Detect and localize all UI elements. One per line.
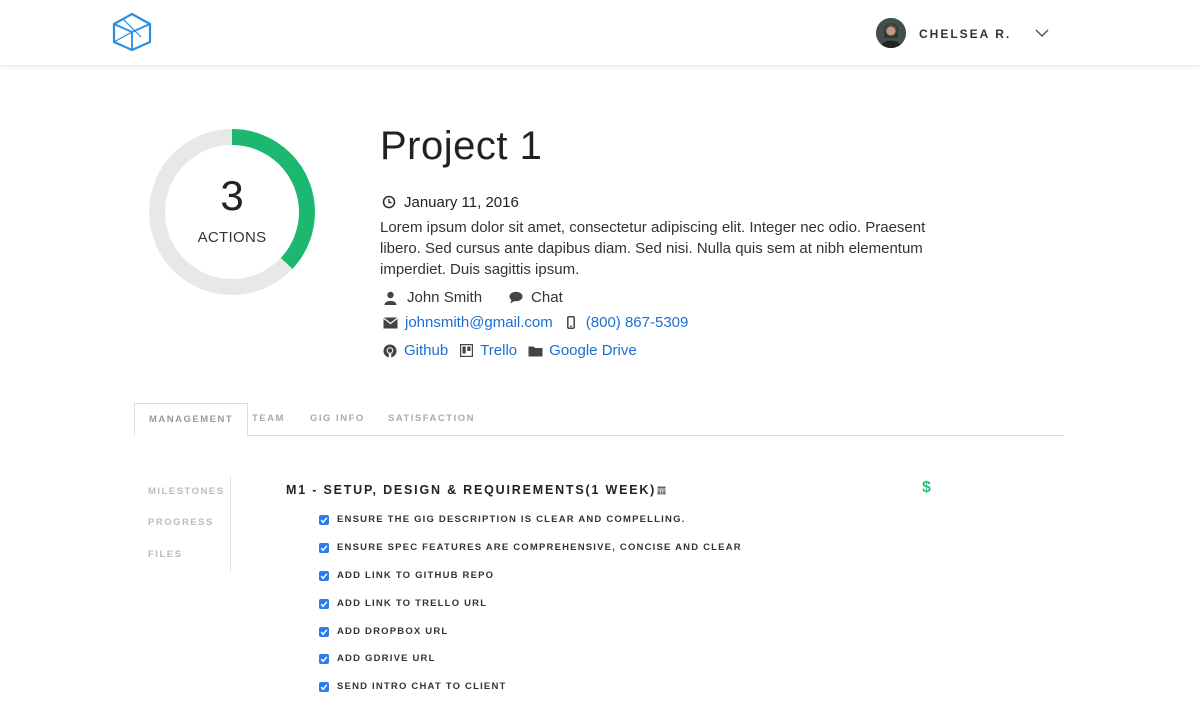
task-item[interactable]: SEND INTRO CHAT TO CLIENT bbox=[319, 681, 507, 692]
user-name[interactable]: CHELSEA R. bbox=[919, 27, 1011, 41]
github-link[interactable]: Github bbox=[382, 342, 448, 359]
checkbox-checked[interactable] bbox=[319, 653, 329, 664]
trello-icon bbox=[458, 343, 474, 359]
contact-name: John Smith bbox=[407, 289, 483, 306]
task-label: ADD DROPBOX URL bbox=[337, 626, 449, 637]
checkbox-checked[interactable] bbox=[319, 570, 329, 581]
date-text: January 11, 2016 bbox=[404, 193, 519, 211]
task-label: ENSURE THE GIG DESCRIPTION IS CLEAR AND … bbox=[337, 514, 686, 525]
section-tabs: MANAGEMENT TEAM GIG INFO SATISFACTION bbox=[134, 403, 1064, 436]
github-icon bbox=[382, 343, 398, 359]
tab-gig-info[interactable]: GIG INFO bbox=[296, 403, 379, 434]
task-label: SEND INTRO CHAT TO CLIENT bbox=[337, 681, 507, 692]
calendar-icon[interactable] bbox=[657, 485, 666, 495]
google-drive-link[interactable]: Google Drive bbox=[527, 342, 637, 359]
task-item[interactable]: ENSURE THE GIG DESCRIPTION IS CLEAR AND … bbox=[319, 514, 686, 525]
task-label: ADD LINK TO TRELLO URL bbox=[337, 598, 488, 609]
project-title: Project 1 bbox=[380, 124, 543, 168]
task-item[interactable]: ADD DROPBOX URL bbox=[319, 626, 448, 637]
task-item[interactable]: ENSURE SPEC FEATURES ARE COMPREHENSIVE, … bbox=[319, 542, 742, 553]
task-item[interactable]: ADD LINK TO TRELLO URL bbox=[319, 598, 487, 609]
chevron-down-icon[interactable] bbox=[1034, 26, 1050, 40]
mobile-phone-icon bbox=[563, 315, 579, 331]
user-icon bbox=[382, 290, 398, 306]
tab-team[interactable]: TEAM bbox=[238, 403, 299, 434]
chat-bubble-icon bbox=[508, 290, 524, 306]
chat-label: Chat bbox=[531, 289, 563, 306]
sidenav-item-progress[interactable]: PROGRESS bbox=[148, 517, 214, 528]
tab-management[interactable]: MANAGEMENT bbox=[134, 403, 249, 436]
checkbox-checked[interactable] bbox=[319, 598, 329, 609]
dollar-icon[interactable]: $ bbox=[922, 479, 931, 497]
sidenav-item-milestones[interactable]: MILESTONES bbox=[148, 486, 225, 497]
checkbox-checked[interactable] bbox=[319, 626, 329, 637]
management-sidenav: MILESTONES PROGRESS FILES bbox=[148, 476, 231, 572]
checkbox-checked[interactable] bbox=[319, 542, 329, 553]
github-label: Github bbox=[404, 342, 449, 359]
cube-logo-icon[interactable] bbox=[110, 12, 154, 52]
phone-link[interactable]: (800) 867-5309 bbox=[586, 314, 689, 331]
task-label: ADD GDRIVE URL bbox=[337, 653, 436, 664]
sidenav-item-files[interactable]: FILES bbox=[148, 549, 182, 560]
actions-count: 3 bbox=[220, 172, 244, 219]
tab-satisfaction[interactable]: SATISFACTION bbox=[374, 403, 489, 434]
project-description: Lorem ipsum dolor sit amet, consectetur … bbox=[380, 219, 926, 278]
envelope-icon bbox=[382, 315, 398, 331]
task-label: ENSURE SPEC FEATURES ARE COMPREHENSIVE, … bbox=[337, 542, 742, 553]
trello-label: Trello bbox=[480, 342, 518, 359]
checkbox-checked[interactable] bbox=[319, 681, 329, 692]
clock-icon bbox=[382, 195, 396, 209]
milestone-title: M1 - SETUP, DESIGN & REQUIREMENTS(1 WEEK… bbox=[286, 483, 666, 497]
task-label: ADD LINK TO GITHUB REPO bbox=[337, 570, 495, 581]
task-item[interactable]: ADD GDRIVE URL bbox=[319, 653, 436, 664]
avatar[interactable] bbox=[876, 18, 906, 48]
checkbox-checked[interactable] bbox=[319, 514, 329, 525]
chat-link[interactable]: Chat bbox=[508, 289, 563, 306]
task-item[interactable]: ADD LINK TO GITHUB REPO bbox=[319, 570, 494, 581]
top-bar: CHELSEA R. bbox=[0, 0, 1200, 65]
trello-link[interactable]: Trello bbox=[458, 342, 517, 359]
project-date: January 11, 2016 bbox=[382, 193, 519, 211]
contact-details-row: johnsmith@gmail.com (800) 867-5309 bbox=[382, 314, 698, 331]
milestone-title-text: M1 - SETUP, DESIGN & REQUIREMENTS(1 WEEK… bbox=[286, 483, 657, 497]
resource-links-row: Github Trello Google Drive bbox=[382, 342, 647, 359]
email-link[interactable]: johnsmith@gmail.com bbox=[405, 314, 553, 331]
actions-label: ACTIONS bbox=[197, 229, 267, 246]
contact-row: John Smith Chat bbox=[382, 289, 573, 306]
google-drive-label: Google Drive bbox=[549, 342, 637, 359]
folder-icon bbox=[527, 343, 543, 359]
